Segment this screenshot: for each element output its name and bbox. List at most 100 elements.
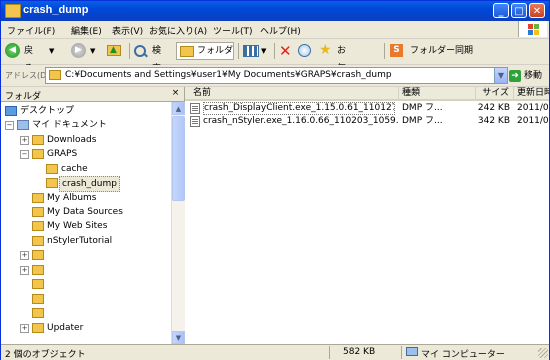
folder-pane: フォルダ × デスクトップ − マイ ドキュメント + Downloads − …: [1, 87, 185, 344]
folder-pane-header: フォルダ ×: [1, 87, 184, 102]
forward-button[interactable]: ▶ ▼: [71, 42, 103, 60]
tree-item-label: My Albums: [47, 193, 97, 203]
folder-icon: [32, 279, 44, 289]
search-icon-handle: [143, 52, 148, 58]
chevron-down-icon: ▼: [175, 334, 182, 342]
column-header-name[interactable]: 名前: [185, 87, 399, 101]
expand-icon[interactable]: +: [20, 251, 29, 260]
menu-edit[interactable]: 編集(E): [71, 24, 102, 37]
expand-icon[interactable]: +: [20, 136, 29, 145]
windows-logo-icon: [518, 21, 547, 37]
folder-icon: [32, 323, 44, 333]
menu-file[interactable]: ファイル(F): [7, 24, 55, 37]
up-folder-button[interactable]: ▲: [105, 42, 123, 60]
file-type: DMP フ...: [402, 103, 443, 113]
menu-favorites[interactable]: お気に入り(A): [149, 24, 207, 37]
menu-bar: ファイル(F) 編集(E) 表示(V) お気に入り(A) ツール(T) ヘルプ(…: [1, 21, 549, 39]
chevron-up-icon: ▲: [175, 105, 182, 113]
toolbar-separator: [238, 43, 239, 59]
window-title: crash_dump: [23, 4, 89, 16]
tree-item-label: GRAPS: [47, 149, 78, 159]
views-button[interactable]: ▼: [243, 42, 271, 60]
folder-icon: [32, 149, 44, 159]
up-arrow-icon: ▲: [110, 45, 117, 55]
column-header-date[interactable]: 更新日時: [514, 87, 549, 101]
toolbar-separator: [384, 43, 385, 59]
file-name: crash_DisplayClient.exe_1.15.0.61_110127…: [203, 102, 395, 115]
my-computer-icon: [406, 347, 418, 356]
menu-help[interactable]: ヘルプ(H): [260, 24, 301, 37]
toolbar: ◀ 戻る ▼ ▶ ▼ ▲ 検索 フォルダ ▼ ✕: [1, 39, 549, 128]
go-label: 移動: [524, 71, 543, 81]
scroll-up-button[interactable]: ▲: [172, 102, 185, 115]
resize-grip-icon[interactable]: [538, 348, 548, 358]
favorites-star-icon: ★: [319, 42, 332, 58]
file-name: crash_nStyler.exe_1.16.0.66_110203_1059.…: [203, 116, 399, 126]
status-bar: 2 個のオブジェクト 582 KB マイ コンピューター: [1, 344, 549, 360]
tree-item-label: cache: [61, 164, 88, 174]
folder-icon: [32, 250, 44, 260]
scroll-down-button[interactable]: ▼: [172, 331, 185, 344]
folder-icon: [32, 308, 44, 318]
file-size: 342 KB: [477, 116, 510, 126]
explorer-window: crash_dump _ □ ✕ ファイル(F) 編集(E) 表示(V) お気に…: [0, 0, 550, 360]
folder-icon: [32, 294, 44, 304]
forward-arrow-icon: ▶: [71, 43, 86, 58]
my-documents-icon: [17, 120, 29, 130]
views-icon: [243, 45, 259, 57]
address-input[interactable]: C:¥Documents and Settings¥user1¥My Docum…: [45, 67, 508, 84]
folder-icon: [32, 207, 44, 217]
tree-item-label: My Data Sources: [47, 207, 123, 217]
close-button[interactable]: ✕: [529, 3, 545, 18]
maximize-button[interactable]: □: [511, 3, 527, 18]
status-total-size: 582 KB: [343, 347, 376, 357]
chevron-down-icon: ▼: [261, 47, 267, 55]
file-type: DMP フ...: [402, 116, 443, 126]
expand-icon[interactable]: +: [20, 266, 29, 275]
folder-sync-icon: S: [390, 44, 403, 57]
folders-button[interactable]: フォルダ: [176, 42, 234, 60]
back-arrow-icon: ◀: [5, 43, 20, 58]
desktop-icon: [5, 106, 17, 116]
folder-icon: [32, 221, 44, 231]
column-header-type[interactable]: 種類: [399, 87, 476, 101]
address-label: アドレス(D): [5, 71, 50, 80]
chevron-down-icon[interactable]: ▼: [49, 42, 54, 60]
delete-button[interactable]: ✕: [279, 42, 293, 60]
collapse-icon[interactable]: −: [20, 150, 29, 159]
folder-pane-scrollbar[interactable]: ▲ ▼: [171, 102, 185, 344]
column-header-size[interactable]: サイズ: [476, 87, 514, 101]
folder-icon: [32, 193, 44, 203]
menu-view[interactable]: 表示(V): [112, 24, 143, 37]
scrollbar-thumb[interactable]: [172, 116, 185, 201]
folder-pane-close-button[interactable]: ×: [170, 88, 181, 99]
address-dropdown-button[interactable]: ▼: [494, 68, 507, 83]
folder-icon: [5, 4, 21, 18]
file-list: 名前 種類 サイズ 更新日時 crash_DisplayClient.exe_1…: [185, 87, 549, 344]
tree-item-label: マイ ドキュメント: [32, 120, 107, 130]
folder-pane-title: フォルダ: [5, 92, 42, 102]
history-button[interactable]: [298, 42, 314, 60]
folder-tree: デスクトップ − マイ ドキュメント + Downloads − GRAPS c…: [1, 102, 171, 344]
menu-tools[interactable]: ツール(T): [213, 24, 253, 37]
file-date: 2011/01/: [517, 103, 549, 113]
address-bar: アドレス(D) C:¥Documents and Settings¥user1¥…: [1, 65, 549, 87]
tree-item-label: デスクトップ: [20, 106, 75, 116]
minimize-button[interactable]: _: [493, 3, 509, 18]
tree-item-label: Updater: [47, 323, 84, 333]
toolbar-separator: [129, 43, 130, 59]
expand-icon[interactable]: +: [20, 324, 29, 333]
go-arrow-icon: ➜: [509, 69, 521, 82]
file-size: 242 KB: [477, 103, 510, 113]
file-date: 2011/02/: [517, 116, 549, 126]
file-row[interactable]: crash_DisplayClient.exe_1.15.0.61_110127…: [185, 102, 549, 115]
delete-icon: ✕: [279, 42, 292, 60]
tree-item-label: Downloads: [47, 135, 97, 145]
tree-item-label: crash_dump: [59, 176, 120, 192]
collapse-icon[interactable]: −: [5, 121, 14, 130]
go-button[interactable]: ➜ 移動: [509, 69, 542, 83]
chevron-down-icon: ▼: [497, 71, 505, 80]
title-bar[interactable]: crash_dump _ □ ✕: [1, 1, 549, 21]
folder-open-icon: [46, 178, 58, 188]
file-row[interactable]: crash_nStyler.exe_1.16.0.66_110203_1059.…: [185, 115, 549, 128]
